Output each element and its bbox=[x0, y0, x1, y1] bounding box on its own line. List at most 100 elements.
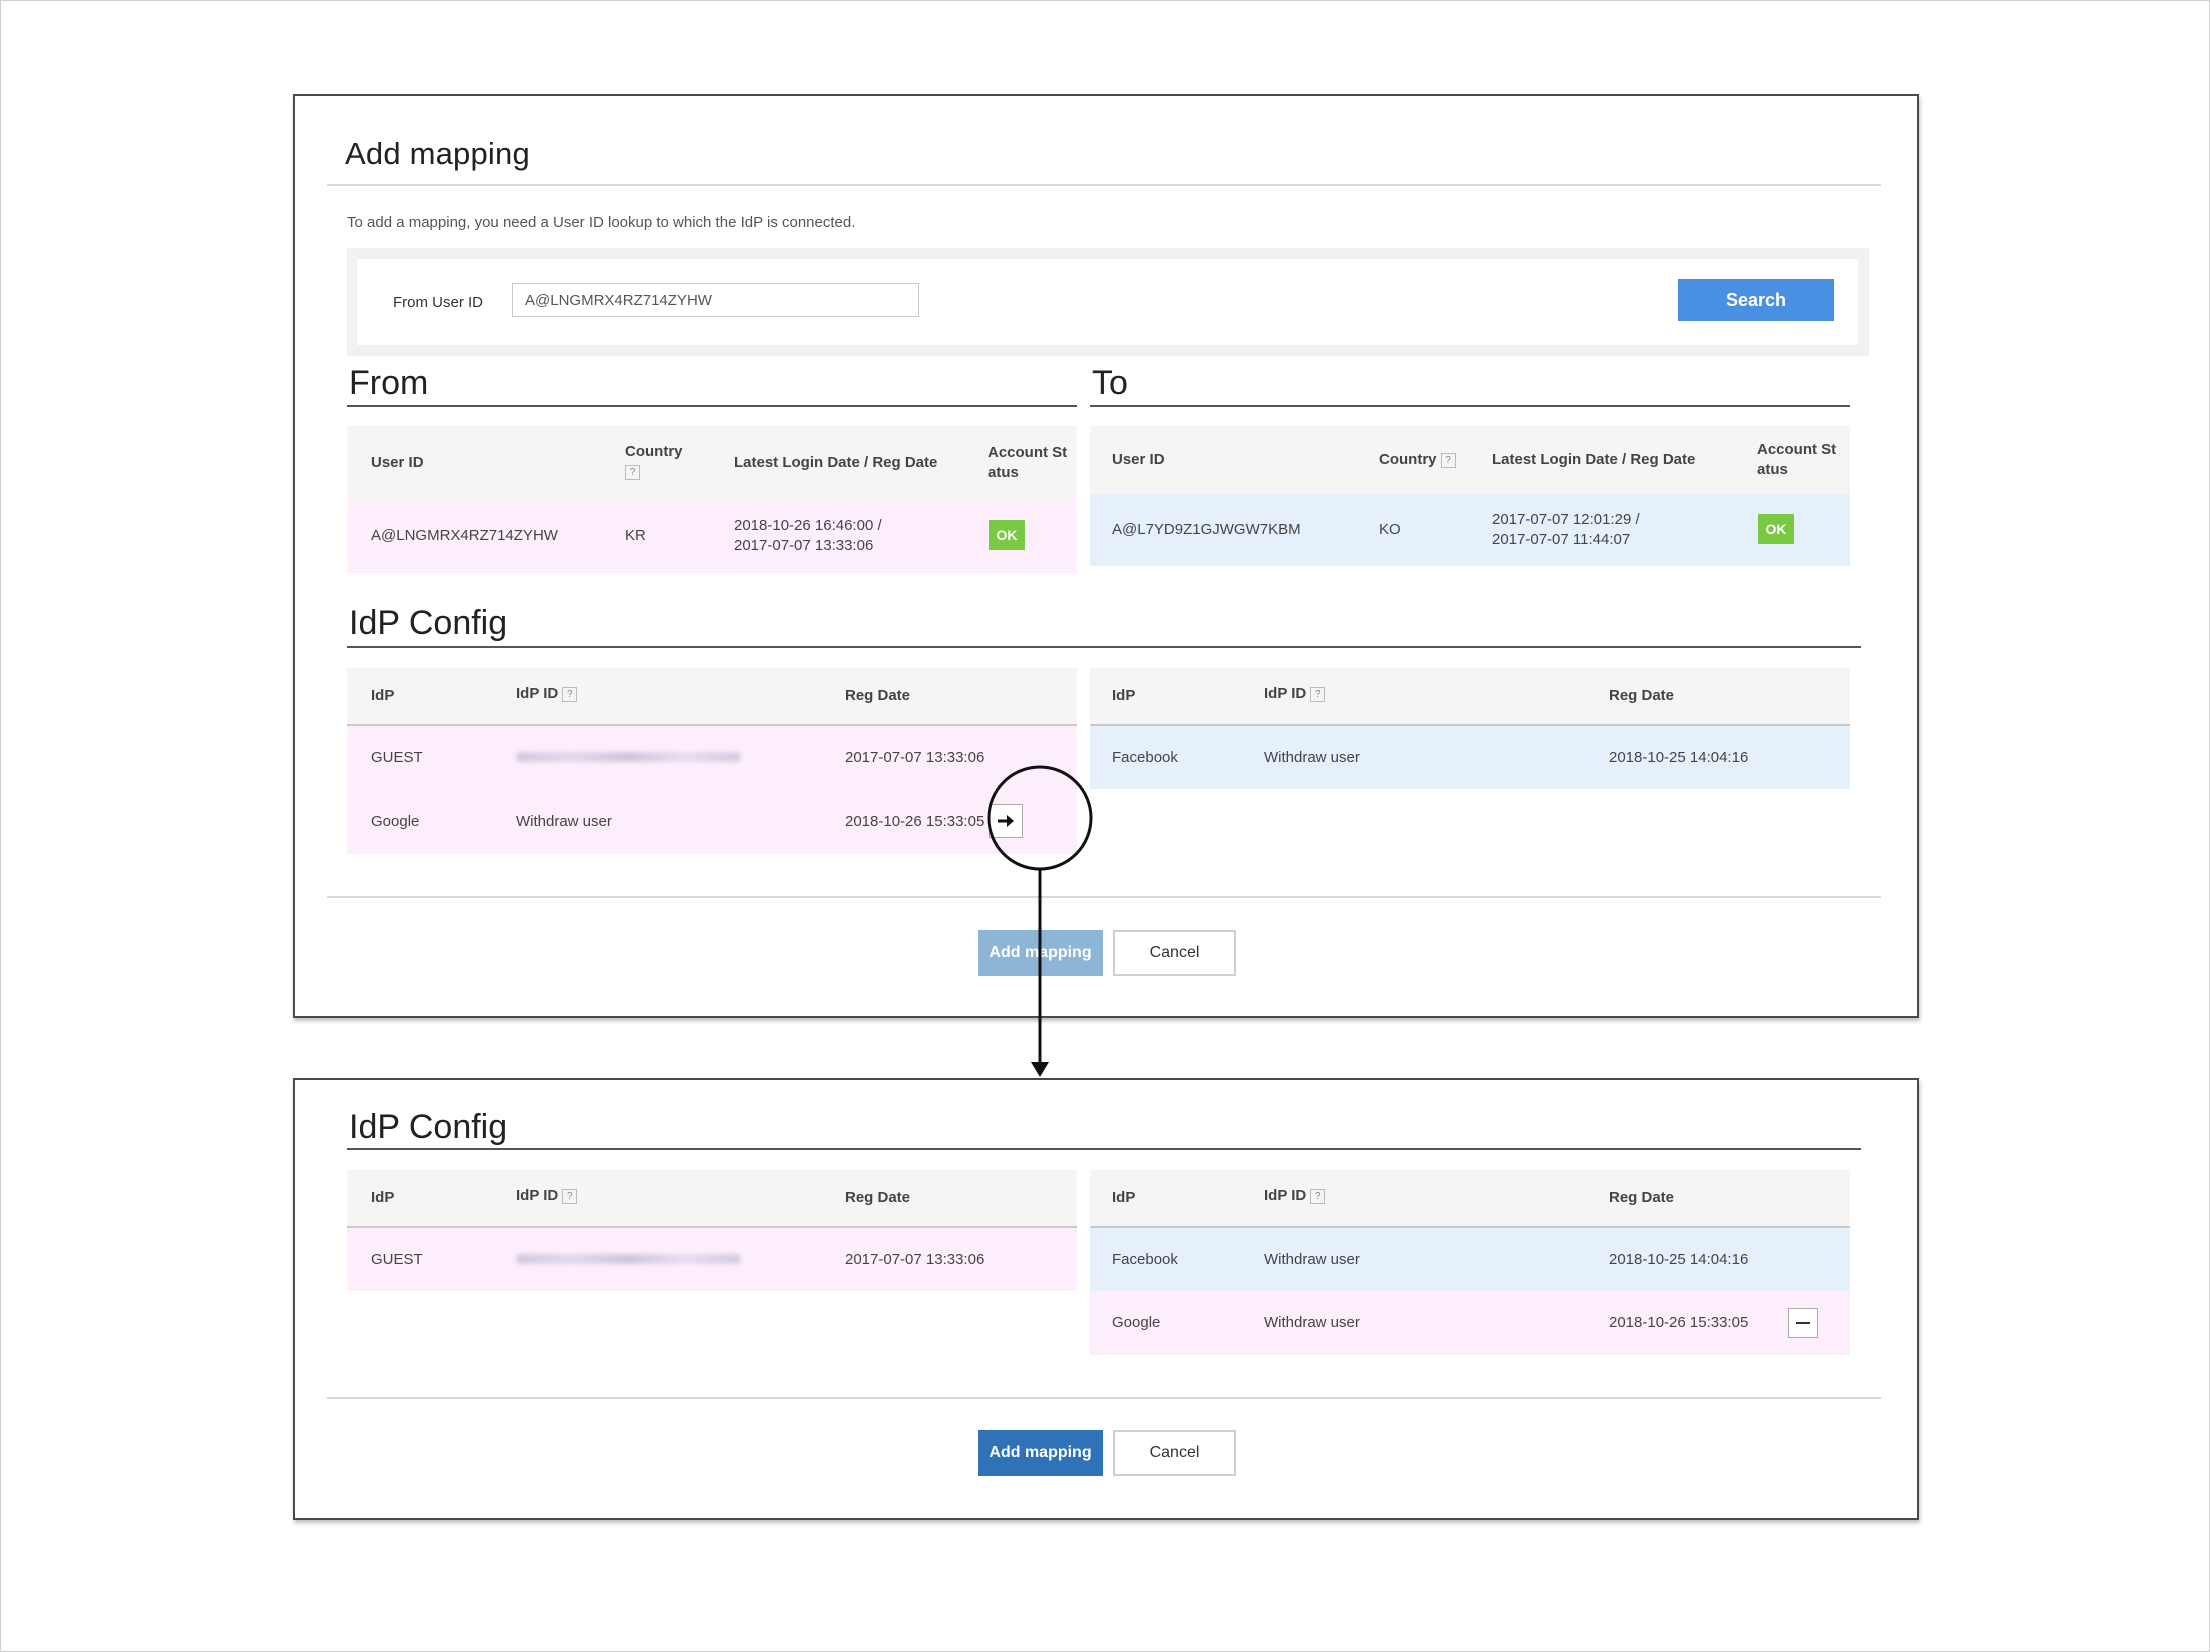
to-heading: To bbox=[1092, 364, 1128, 402]
help-icon[interactable]: ? bbox=[562, 686, 578, 702]
cell-idp-id: Withdraw user bbox=[516, 813, 612, 830]
cell-idp-id-redacted bbox=[516, 752, 741, 762]
status-badge: OK bbox=[989, 520, 1025, 550]
help-icon[interactable]: ? bbox=[625, 464, 640, 480]
to-user-table-header: User ID Country? Latest Login Date / Reg… bbox=[1090, 426, 1850, 496]
to-user-table: User ID Country? Latest Login Date / Reg… bbox=[1090, 426, 1850, 571]
cell-country: KR bbox=[625, 527, 646, 544]
cell-login-date-line1: 2018-10-26 16:46:00 / bbox=[734, 517, 882, 534]
table-row[interactable]: GUEST 2017-07-07 13:33:06 bbox=[347, 726, 1077, 789]
from-idp-table: IdP IdP ID? Reg Date GUEST 2017-07-07 13… bbox=[347, 1170, 1077, 1300]
help-icon[interactable]: ? bbox=[1310, 686, 1326, 702]
from-user-table: User ID Country ? Latest Login Date / Re… bbox=[347, 426, 1077, 576]
add-mapping-dialog: Add mapping To add a mapping, you need a… bbox=[293, 94, 1919, 1018]
cancel-button[interactable]: Cancel bbox=[1113, 930, 1236, 976]
cell-idp: Google bbox=[371, 813, 420, 830]
table-row[interactable]: A@LNGMRX4RZ714ZYHW KR 2018-10-26 16:46:0… bbox=[347, 500, 1077, 573]
cell-user-id: A@L7YD9Z1GJWGW7KBM bbox=[1112, 521, 1301, 538]
from-user-id-input[interactable]: A@LNGMRX4RZ714ZYHW bbox=[512, 283, 919, 317]
cell-idp-id: Withdraw user bbox=[1264, 749, 1360, 766]
table-row[interactable]: Google Withdraw user 2018-10-26 15:33:05 bbox=[1090, 1291, 1850, 1355]
cell-idp: Google bbox=[1112, 1314, 1161, 1331]
col-idp: IdP bbox=[1112, 1189, 1136, 1206]
cell-country: KO bbox=[1379, 521, 1401, 538]
col-account-status: Account St atus bbox=[1757, 440, 1836, 480]
col-idp-id: IdP ID? bbox=[1264, 684, 1326, 704]
cell-idp: GUEST bbox=[371, 749, 423, 766]
col-idp-id: IdP ID? bbox=[516, 1186, 578, 1206]
cell-login-date-line2: 2017-07-07 11:44:07 bbox=[1492, 531, 1631, 548]
col-idp: IdP bbox=[371, 687, 395, 704]
col-idp-id-label: IdP ID bbox=[1264, 1187, 1307, 1204]
col-reg-date: Reg Date bbox=[845, 687, 911, 704]
col-country: Country ? bbox=[625, 442, 683, 482]
cell-login-date: 2017-07-07 12:01:29 / 2017-07-07 11:44:0… bbox=[1492, 510, 1640, 550]
col-country: Country? bbox=[1379, 450, 1456, 470]
help-icon[interactable]: ? bbox=[1440, 452, 1456, 468]
col-country-label: Country bbox=[1379, 451, 1437, 468]
add-mapping-button[interactable]: Add mapping bbox=[978, 1430, 1103, 1476]
col-login-date: Latest Login Date / Reg Date bbox=[734, 454, 938, 471]
idp-config-heading: IdP Config bbox=[349, 1108, 508, 1146]
col-account-status-line1: Account St bbox=[1757, 441, 1837, 458]
col-login-date: Latest Login Date / Reg Date bbox=[1492, 451, 1696, 468]
to-idp-table-header: IdP IdP ID? Reg Date bbox=[1090, 668, 1850, 726]
to-idp-table: IdP IdP ID? Reg Date Facebook Withdraw u… bbox=[1090, 668, 1850, 798]
col-country-label: Country bbox=[625, 443, 683, 460]
cell-reg-date: 2017-07-07 13:33:06 bbox=[845, 1251, 985, 1268]
cell-idp-id-redacted bbox=[516, 1254, 741, 1264]
idp-config-heading-rule bbox=[347, 646, 1861, 648]
table-row[interactable]: GUEST 2017-07-07 13:33:06 bbox=[347, 1228, 1077, 1291]
cell-idp: GUEST bbox=[371, 1251, 423, 1268]
col-idp-id: IdP ID? bbox=[1264, 1186, 1326, 1206]
cell-reg-date: 2018-10-25 14:04:16 bbox=[1609, 1251, 1749, 1268]
to-heading-rule bbox=[1090, 405, 1850, 407]
help-icon[interactable]: ? bbox=[562, 1188, 578, 1204]
table-row[interactable]: Google Withdraw user 2018-10-26 15:33:05 bbox=[347, 789, 1077, 854]
add-mapping-button[interactable]: Add mapping bbox=[978, 930, 1103, 976]
footer-divider bbox=[327, 896, 1881, 898]
cell-reg-date: 2018-10-26 15:33:05 bbox=[845, 813, 985, 830]
idp-config-heading: IdP Config bbox=[349, 604, 508, 642]
table-row[interactable]: A@L7YD9Z1GJWGW7KBM KO 2017-07-07 12:01:2… bbox=[1090, 494, 1850, 566]
status-badge: OK bbox=[1758, 514, 1794, 544]
col-reg-date: Reg Date bbox=[845, 1189, 911, 1206]
from-heading: From bbox=[349, 364, 429, 402]
arrow-right-icon bbox=[998, 815, 1014, 827]
remove-mapping-button[interactable] bbox=[1788, 1308, 1818, 1338]
title-divider bbox=[327, 184, 1881, 186]
from-user-id-label: From User ID bbox=[393, 294, 483, 311]
col-account-status-line2: atus bbox=[1757, 461, 1788, 478]
table-row[interactable]: Facebook Withdraw user 2018-10-25 14:04:… bbox=[1090, 1228, 1850, 1291]
col-idp-id-label: IdP ID bbox=[516, 685, 559, 702]
minus-icon bbox=[1796, 1322, 1810, 1324]
from-idp-table: IdP IdP ID? Reg Date GUEST 2017-07-07 13… bbox=[347, 668, 1077, 858]
from-heading-rule bbox=[347, 405, 1077, 407]
cancel-button[interactable]: Cancel bbox=[1113, 1430, 1236, 1476]
from-user-table-header: User ID Country ? Latest Login Date / Re… bbox=[347, 426, 1077, 502]
from-idp-table-header: IdP IdP ID? Reg Date bbox=[347, 1170, 1077, 1228]
col-account-status: Account St atus bbox=[988, 443, 1067, 483]
move-to-right-button[interactable] bbox=[989, 804, 1023, 838]
dialog-description: To add a mapping, you need a User ID loo… bbox=[347, 214, 856, 231]
table-row[interactable]: Facebook Withdraw user 2018-10-25 14:04:… bbox=[1090, 726, 1850, 789]
cell-idp: Facebook bbox=[1112, 749, 1178, 766]
cell-idp: Facebook bbox=[1112, 1251, 1178, 1268]
col-reg-date: Reg Date bbox=[1609, 1189, 1675, 1206]
search-button[interactable]: Search bbox=[1678, 279, 1834, 321]
col-user-id: User ID bbox=[1112, 451, 1165, 468]
dialog-title: Add mapping bbox=[345, 136, 530, 171]
cell-login-date-line1: 2017-07-07 12:01:29 / bbox=[1492, 511, 1640, 528]
to-idp-table: IdP IdP ID? Reg Date Facebook Withdraw u… bbox=[1090, 1170, 1850, 1360]
idp-config-heading-rule bbox=[347, 1148, 1861, 1150]
cell-reg-date: 2018-10-26 15:33:05 bbox=[1609, 1314, 1749, 1331]
help-icon[interactable]: ? bbox=[1310, 1188, 1326, 1204]
to-idp-table-header: IdP IdP ID? Reg Date bbox=[1090, 1170, 1850, 1228]
cell-reg-date: 2017-07-07 13:33:06 bbox=[845, 749, 985, 766]
cell-idp-id: Withdraw user bbox=[1264, 1314, 1360, 1331]
col-idp-id-label: IdP ID bbox=[1264, 685, 1307, 702]
col-idp-id-label: IdP ID bbox=[516, 1187, 559, 1204]
col-idp: IdP bbox=[371, 1189, 395, 1206]
cell-login-date-line2: 2017-07-07 13:33:06 bbox=[734, 537, 874, 554]
col-idp-id: IdP ID? bbox=[516, 684, 578, 704]
